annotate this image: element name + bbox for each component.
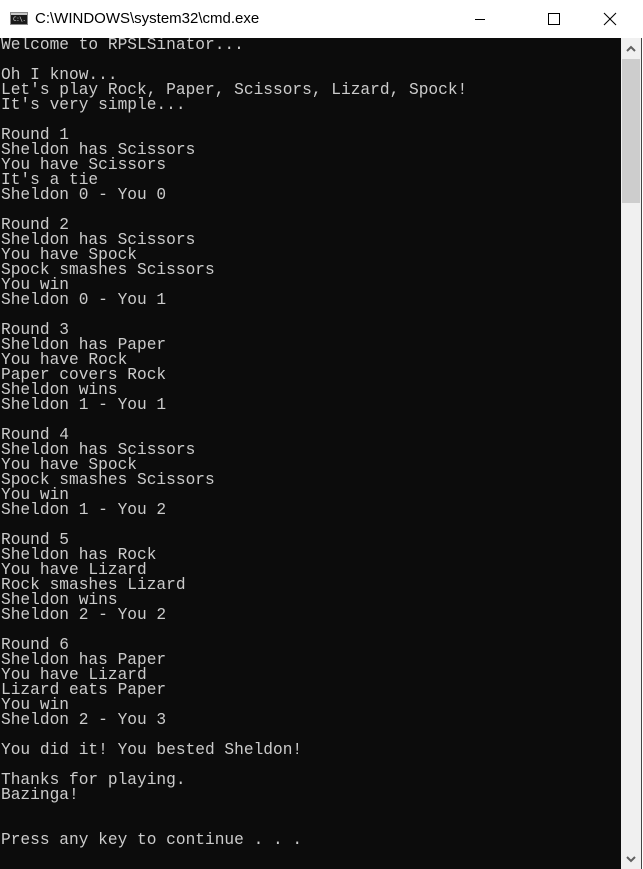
console-line: Press any key to continue . . . [1, 831, 303, 849]
console-line: Spock smashes Scissors [1, 261, 215, 279]
close-button[interactable] [587, 0, 633, 38]
scroll-down-button[interactable] [621, 849, 641, 869]
cmd-icon[interactable]: C:\. [10, 12, 28, 25]
window-title: C:\WINDOWS\system32\cmd.exe [35, 10, 260, 27]
cmd-icon-text: C:\. [13, 16, 26, 23]
maximize-icon [548, 13, 560, 25]
console-output[interactable]: Welcome to RPSLSinator... Oh I know... Let… [0, 38, 621, 869]
title-bar[interactable]: C:\. C:\WINDOWS\system32\cmd.exe [0, 0, 642, 38]
maximize-button[interactable] [531, 0, 577, 38]
console-line: Lizard eats Paper [1, 681, 167, 699]
chevron-down-icon [626, 855, 636, 862]
chevron-up-icon [626, 45, 636, 52]
cmd-window: C:\. C:\WINDOWS\system32\cmd.exe Welcome… [0, 0, 642, 869]
console-line: Sheldon 1 - You 2 [1, 501, 167, 519]
console-line: Thanks for playing. [1, 771, 186, 789]
close-icon [603, 12, 617, 26]
console-text: Welcome to RPSLSinator... Oh I know... Let… [0, 38, 621, 848]
console-line: Sheldon 2 - You 3 [1, 711, 167, 729]
console-line: Sheldon 2 - You 2 [1, 606, 167, 624]
console-line: It's very simple... [1, 96, 186, 114]
console-line: Sheldon 0 - You 1 [1, 291, 167, 309]
vertical-scrollbar[interactable] [621, 38, 641, 869]
console-line: You did it! You bested Sheldon! [1, 741, 303, 759]
console-line: Spock smashes Scissors [1, 471, 215, 489]
console-line: Sheldon 0 - You 0 [1, 186, 167, 204]
console-line: Bazinga! [1, 786, 79, 804]
scroll-up-button[interactable] [621, 38, 641, 58]
minimize-button[interactable] [457, 0, 503, 38]
minimize-icon [475, 19, 485, 20]
console-line: Welcome to RPSLSinator... [1, 38, 244, 54]
scrollbar-thumb[interactable] [622, 59, 640, 203]
console-line: Sheldon 1 - You 1 [1, 396, 167, 414]
